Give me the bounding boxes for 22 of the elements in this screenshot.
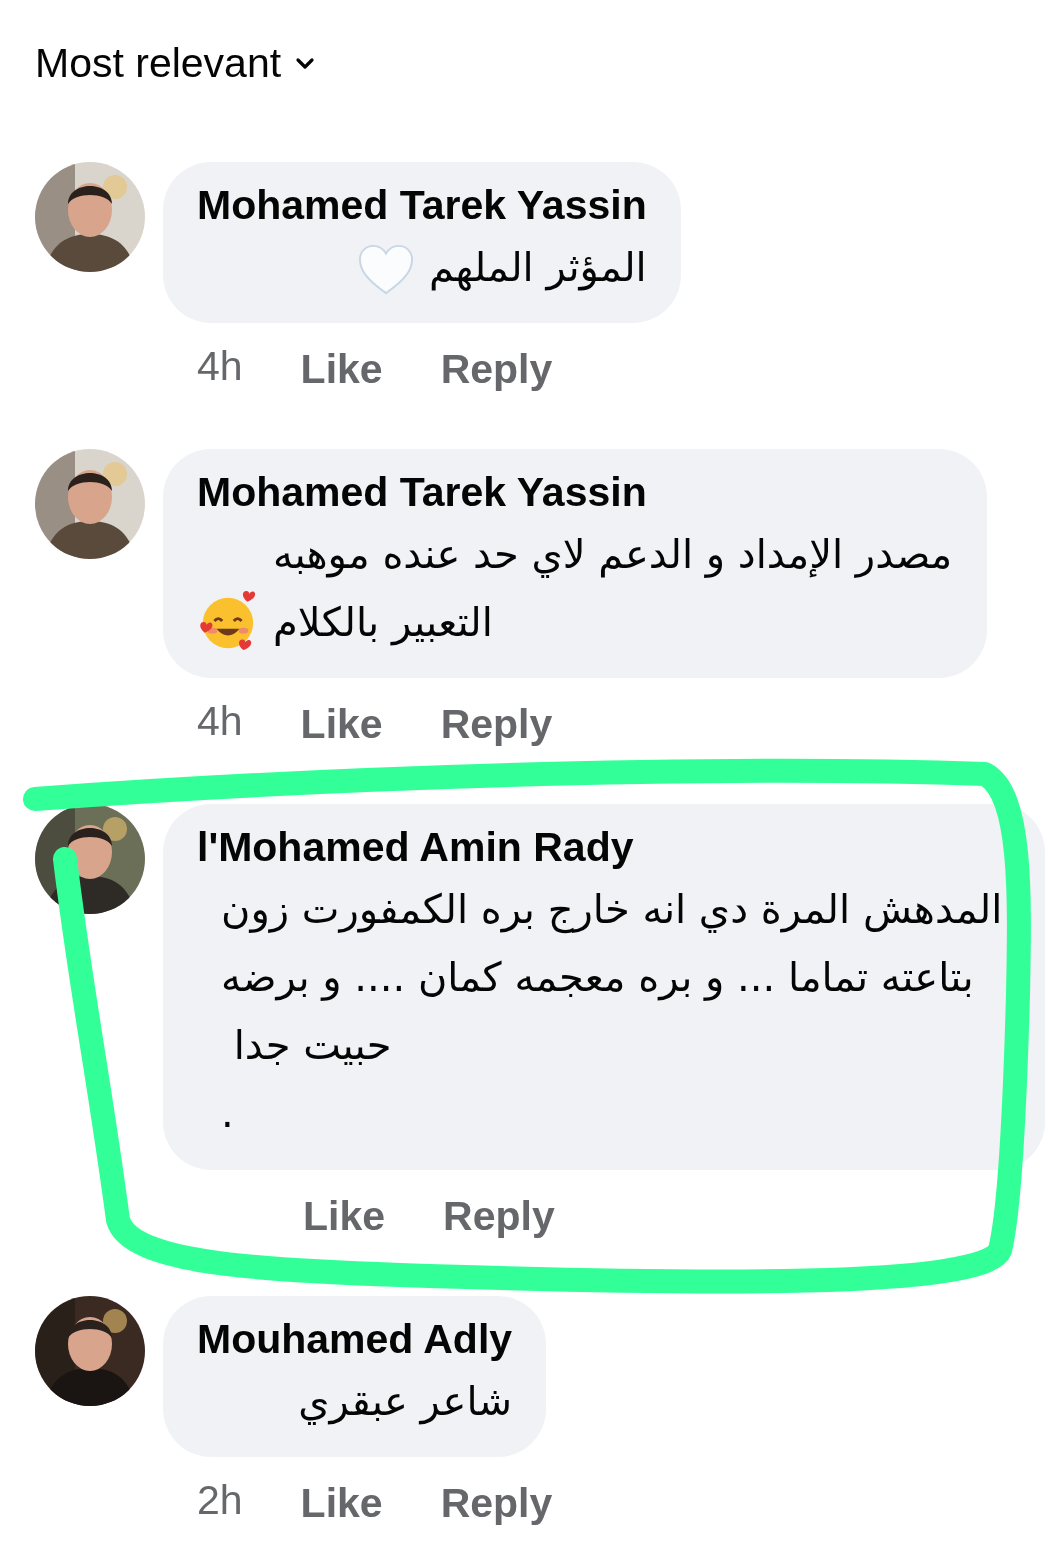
like-button[interactable]: Like bbox=[300, 343, 383, 395]
timestamp: 2h bbox=[197, 1477, 243, 1525]
like-button[interactable]: Like bbox=[300, 698, 383, 750]
reply-button[interactable]: Reply bbox=[440, 698, 553, 750]
reply-button[interactable]: Reply bbox=[443, 1190, 555, 1242]
author-name[interactable]: Mohamed Tarek Yassin bbox=[197, 469, 953, 516]
like-button[interactable]: Like bbox=[303, 1190, 386, 1242]
author-name[interactable]: Mohamed Tarek Yassin bbox=[197, 182, 647, 229]
comment-text: مصدر الإمداد و الدعم لاي حد عنده موهبه التعبير بالكلام bbox=[273, 530, 953, 648]
comment-text: المدهش المرة دي انه خارج بره الكمفورت زون بتاعته تماما ... و بره معجمه كمان .... و برضه حبيت جدا . bbox=[221, 885, 1004, 1138]
reply-button[interactable]: Reply bbox=[440, 1477, 553, 1529]
author-name[interactable]: l'Mohamed Amin Rady bbox=[197, 824, 1011, 871]
timestamp: 4h bbox=[197, 698, 243, 746]
sort-dropdown[interactable]: Most relevant bbox=[35, 40, 316, 87]
like-button[interactable]: Like bbox=[300, 1477, 383, 1529]
heart-icon bbox=[356, 243, 415, 297]
author-name[interactable]: Mouhamed Adly bbox=[197, 1316, 513, 1363]
reply-button[interactable]: Reply bbox=[440, 343, 553, 395]
timestamp: 4h bbox=[197, 343, 243, 391]
comment-text: المؤثر الملهم bbox=[428, 243, 647, 293]
comment-text: شاعر عبقري bbox=[298, 1377, 513, 1427]
chevron-down-icon bbox=[295, 56, 316, 71]
